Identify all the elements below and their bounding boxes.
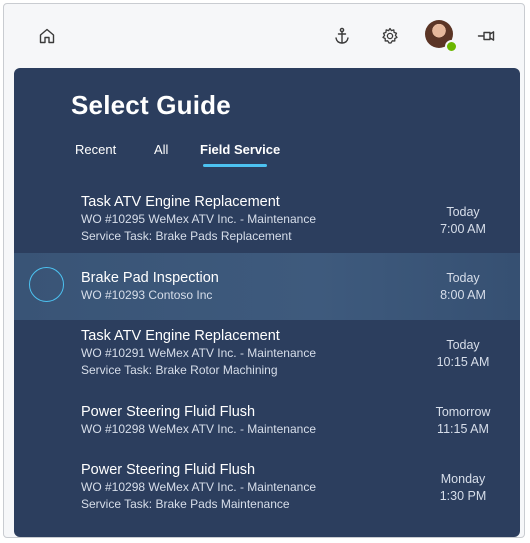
guide-time: 7:00 AM	[440, 222, 486, 236]
guide-title: Brake Pad Inspection	[81, 270, 219, 286]
guide-time: 1:30 PM	[439, 489, 487, 503]
guide-day: Tomorrow	[435, 405, 491, 419]
active-tab-indicator	[203, 164, 267, 167]
guide-list-item[interactable]: Power Steering Fluid Flush WO #10298 WeM…	[14, 398, 520, 444]
guide-service-task: Service Task: Brake Pads Replacement	[81, 229, 292, 243]
guide-schedule: Monday 1:30 PM	[428, 471, 498, 505]
guide-work-order: WO #10298 WeMex ATV Inc. - Maintenance	[81, 480, 316, 494]
guide-schedule: Today 10:15 AM	[428, 337, 498, 371]
guide-service-task: Service Task: Brake Rotor Machining	[81, 363, 278, 377]
top-toolbar	[4, 4, 524, 68]
guide-time: 10:15 AM	[436, 355, 490, 369]
guide-text: Task ATV Engine Replacement WO #10291 We…	[81, 328, 316, 379]
guide-work-order: WO #10293 Contoso Inc	[81, 288, 213, 302]
guide-list-item[interactable]: Task ATV Engine Replacement WO #10295 We…	[14, 188, 520, 250]
guide-text: Brake Pad Inspection WO #10293 Contoso I…	[81, 270, 219, 304]
anchor-icon[interactable]	[330, 24, 354, 48]
guide-day: Monday	[440, 472, 486, 486]
guide-list-item[interactable]: Task ATV Engine Replacement WO #10291 We…	[14, 323, 520, 385]
pin-icon[interactable]	[474, 24, 498, 48]
tab-field-service[interactable]: Field Service	[200, 142, 280, 157]
guide-day: Today	[446, 205, 480, 219]
guide-schedule: Today 8:00 AM	[428, 270, 498, 304]
selection-circle-icon[interactable]	[29, 267, 64, 302]
guide-title: Task ATV Engine Replacement	[81, 328, 280, 344]
guide-time: 8:00 AM	[440, 288, 486, 302]
guide-text: Task ATV Engine Replacement WO #10295 We…	[81, 194, 316, 245]
app-window: Select Guide Recent All Field Service Ta…	[3, 3, 525, 538]
home-icon[interactable]	[35, 24, 59, 48]
guide-service-task: Service Task: Brake Pads Maintenance	[81, 497, 290, 511]
guide-title: Task ATV Engine Replacement	[81, 194, 280, 210]
guide-day: Today	[446, 338, 480, 352]
presence-status-indicator	[445, 40, 458, 53]
guide-list-item[interactable]: Power Steering Fluid Flush WO #10298 WeM…	[14, 456, 520, 518]
guide-title: Power Steering Fluid Flush	[81, 462, 256, 478]
guide-text: Power Steering Fluid Flush WO #10298 WeM…	[81, 404, 316, 438]
guide-work-order: WO #10295 WeMex ATV Inc. - Maintenance	[81, 212, 316, 226]
guide-work-order: WO #10291 WeMex ATV Inc. - Maintenance	[81, 346, 316, 360]
gear-icon[interactable]	[378, 24, 402, 48]
guide-text: Power Steering Fluid Flush WO #10298 WeM…	[81, 462, 316, 513]
guide-list-item-selected[interactable]: Brake Pad Inspection WO #10293 Contoso I…	[14, 253, 520, 320]
guide-title: Power Steering Fluid Flush	[81, 404, 256, 420]
guide-schedule: Tomorrow 11:15 AM	[428, 404, 498, 438]
select-guide-panel: Select Guide Recent All Field Service Ta…	[14, 68, 520, 537]
guide-work-order: WO #10298 WeMex ATV Inc. - Maintenance	[81, 422, 316, 436]
tab-recent[interactable]: Recent	[75, 142, 116, 157]
guide-schedule: Today 7:00 AM	[428, 204, 498, 238]
guide-time: 11:15 AM	[437, 422, 489, 436]
tab-all[interactable]: All	[154, 142, 168, 157]
page-title: Select Guide	[71, 90, 231, 120]
guide-day: Today	[446, 271, 480, 285]
